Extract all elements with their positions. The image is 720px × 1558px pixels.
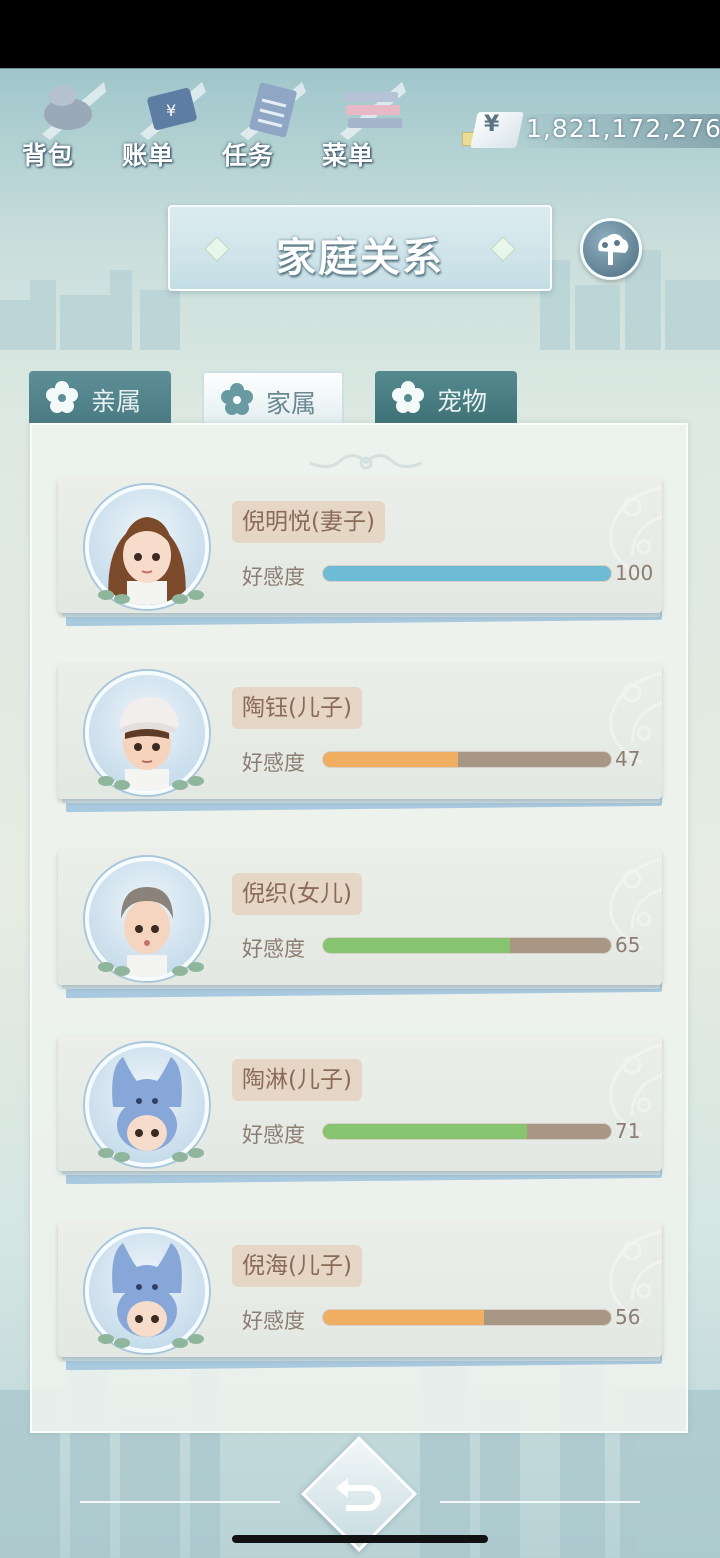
menu-main-label: 菜单 <box>322 141 375 170</box>
lace-decoration <box>609 485 662 579</box>
card-body: 倪织(女儿) 好感度 65 <box>58 849 662 985</box>
member-card[interactable]: 倪织(女儿) 好感度 65 <box>58 849 662 999</box>
page-title-plaque: 家庭关系 <box>168 205 552 291</box>
leaf-decoration <box>98 776 204 790</box>
affinity-bar-fill <box>323 938 511 953</box>
money-display: ¥ 1,821,172,276 <box>462 108 720 152</box>
card-body: 倪海(儿子) 好感度 56 <box>58 1221 662 1357</box>
back-arrow-icon[interactable] <box>330 1466 388 1524</box>
menu-bill-label: 账单 <box>122 141 175 170</box>
lace-decoration <box>609 1229 662 1323</box>
affinity-bar-fill <box>323 1310 485 1325</box>
affinity-bar <box>322 937 612 954</box>
flower-icon <box>392 381 424 413</box>
bill-icon: ¥ <box>140 82 206 140</box>
page-title: 家庭关系 <box>276 235 444 281</box>
affinity-value: 65 <box>615 933 641 957</box>
affinity-bar <box>322 1309 612 1326</box>
tab-pets[interactable]: 宠物 <box>375 371 517 423</box>
menu-icon <box>340 82 406 140</box>
menu-bag-label: 背包 <box>22 141 75 170</box>
affinity-label: 好感度 <box>242 1123 305 1147</box>
home-indicator <box>232 1535 488 1543</box>
member-card[interactable]: 倪海(儿子) 好感度 56 <box>58 1221 662 1371</box>
leaf-decoration <box>98 590 204 604</box>
affinity-value: 71 <box>615 1119 641 1143</box>
member-name: 倪海(儿子) <box>232 1245 362 1287</box>
member-card[interactable]: 陶淋(儿子) 好感度 71 <box>58 1035 662 1185</box>
money-amount: 1,821,172,276 <box>526 114 720 143</box>
affinity-label: 好感度 <box>242 751 305 775</box>
member-name: 陶钰(儿子) <box>232 687 362 729</box>
bottom-ornament-left <box>80 1501 280 1503</box>
card-body: 陶钰(儿子) 好感度 47 <box>58 663 662 799</box>
tab-family[interactable]: 家属 <box>202 371 344 423</box>
svg-text:¥: ¥ <box>166 101 176 120</box>
flower-icon <box>221 383 253 415</box>
yen-symbol: ¥ <box>484 112 500 137</box>
affinity-bar <box>322 1123 612 1140</box>
family-tree-icon <box>598 233 629 265</box>
affinity-value: 100 <box>615 561 654 585</box>
affinity-label: 好感度 <box>242 565 305 589</box>
lace-decoration <box>609 857 662 951</box>
member-card[interactable]: 陶钰(儿子) 好感度 47 <box>58 663 662 813</box>
tab-pets-label: 宠物 <box>437 387 488 416</box>
member-card[interactable]: 倪明悦(妻子) 好感度 100 <box>58 477 662 627</box>
tab-relatives[interactable]: 亲属 <box>29 371 171 423</box>
affinity-bar <box>322 751 612 768</box>
bottom-ornament-right <box>440 1501 640 1503</box>
lace-decoration <box>609 671 662 765</box>
panel-ornament <box>309 454 423 470</box>
affinity-bar <box>322 565 612 582</box>
bag-icon <box>42 82 106 140</box>
leaf-decoration <box>98 1148 204 1162</box>
card-body: 倪明悦(妻子) 好感度 100 <box>58 477 662 613</box>
affinity-bar-fill <box>323 566 611 581</box>
affinity-bar-fill <box>323 752 459 767</box>
affinity-value: 47 <box>615 747 641 771</box>
lace-decoration <box>609 1043 662 1137</box>
affinity-label: 好感度 <box>242 1309 305 1333</box>
family-tree-button[interactable] <box>580 218 642 280</box>
tab-relatives-label: 亲属 <box>91 387 142 416</box>
flower-icon <box>46 381 78 413</box>
affinity-label: 好感度 <box>242 937 305 961</box>
affinity-bar-fill <box>323 1124 528 1139</box>
menu-bag-button[interactable]: 背包 <box>22 76 112 172</box>
menu-task-button[interactable]: 任务 <box>222 76 312 172</box>
leaf-decoration <box>98 1334 204 1348</box>
tab-family-label: 家属 <box>266 389 317 418</box>
member-name: 陶淋(儿子) <box>232 1059 362 1101</box>
status-bar <box>0 0 720 68</box>
menu-main-button[interactable]: 菜单 <box>322 76 412 172</box>
task-icon <box>240 82 306 140</box>
affinity-value: 56 <box>615 1305 641 1329</box>
leaf-decoration <box>98 962 204 976</box>
card-body: 陶淋(儿子) 好感度 71 <box>58 1035 662 1171</box>
member-name: 倪明悦(妻子) <box>232 501 385 543</box>
menu-task-label: 任务 <box>222 141 275 170</box>
member-name: 倪织(女儿) <box>232 873 362 915</box>
menu-bill-button[interactable]: ¥ 账单 <box>122 76 212 172</box>
